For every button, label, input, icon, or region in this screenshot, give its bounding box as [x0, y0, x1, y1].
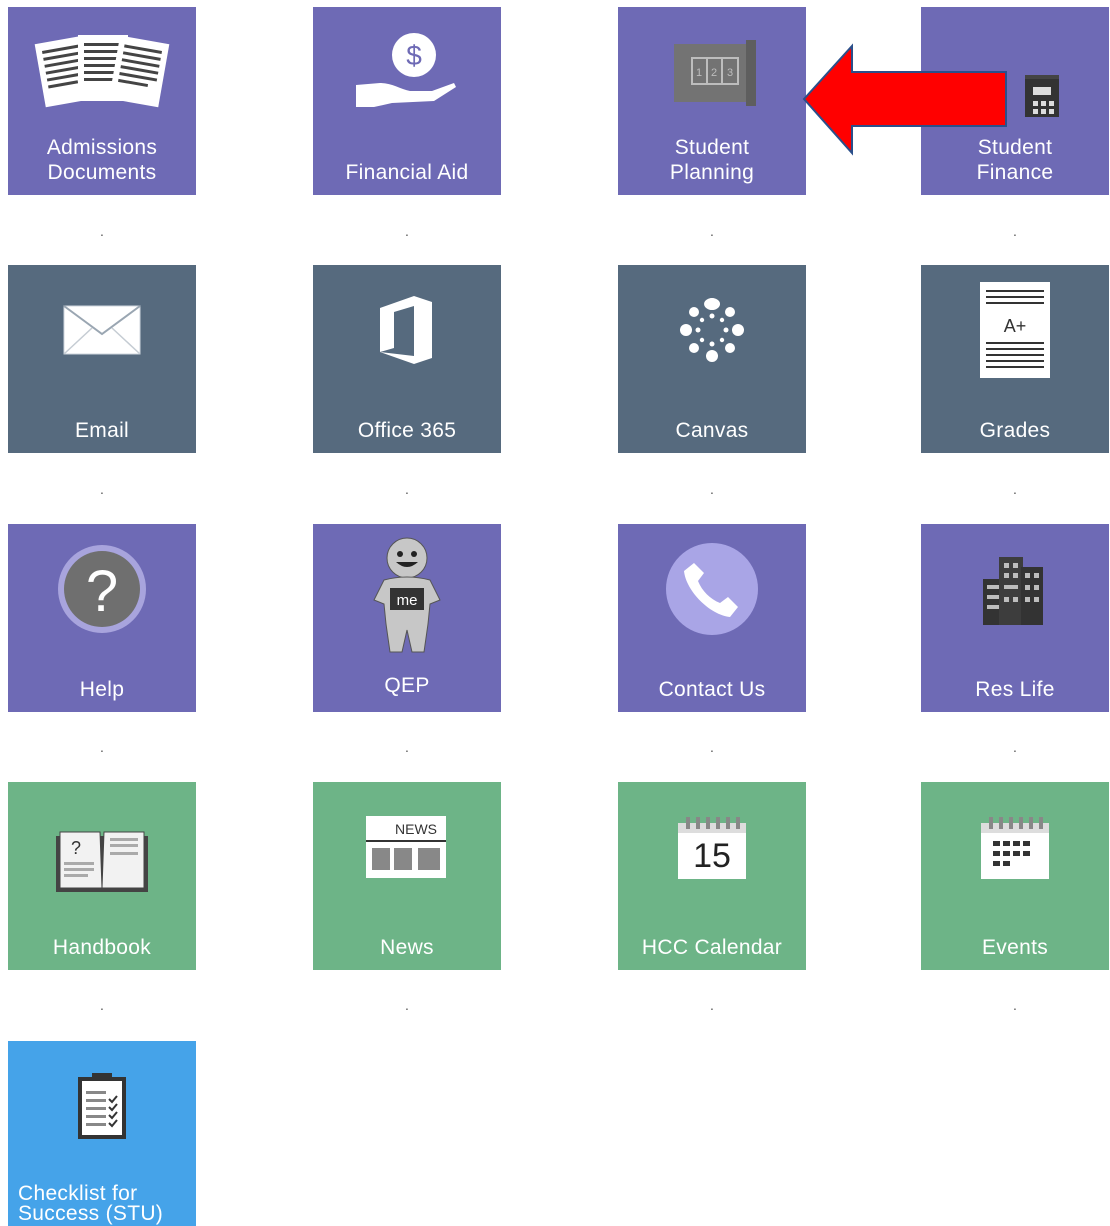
svg-text:?: ? — [71, 838, 81, 858]
money-hand-icon: $ — [313, 7, 501, 137]
calendar-icon: 15 — [618, 782, 806, 912]
svg-text:2: 2 — [711, 67, 717, 79]
tile-canvas[interactable]: Canvas — [618, 265, 806, 453]
svg-text:me: me — [397, 592, 418, 609]
svg-text:?: ? — [86, 559, 118, 624]
separator: . — [405, 481, 409, 497]
svg-text:15: 15 — [693, 837, 731, 875]
newspaper-icon: NEWS — [313, 782, 501, 912]
book-icon: ? — [8, 782, 196, 942]
separator: . — [405, 739, 409, 755]
svg-text:1: 1 — [696, 67, 702, 79]
separator: . — [1013, 223, 1017, 239]
tile-label: QEP — [384, 674, 430, 697]
separator: . — [100, 997, 104, 1013]
documents-icon — [8, 7, 196, 137]
clipboard-icon — [8, 1041, 196, 1171]
arrow-shape — [802, 43, 1007, 156]
mascot-icon: me — [313, 524, 501, 674]
tile-hcc-calendar[interactable]: 15 HCC Calendar — [618, 782, 806, 970]
tile-label: Res Life — [975, 678, 1055, 701]
tile-res-life[interactable]: Res Life — [921, 524, 1109, 712]
separator: . — [710, 481, 714, 497]
canvas-logo-icon — [618, 265, 806, 395]
separator: . — [405, 997, 409, 1013]
tile-grades[interactable]: A+ Grades — [921, 265, 1109, 453]
events-calendar-icon — [921, 782, 1109, 912]
separator: . — [1013, 739, 1017, 755]
tile-label: Help — [79, 678, 125, 701]
office-logo-icon — [313, 265, 501, 395]
blueprint-icon: 1 2 3 — [618, 7, 806, 137]
tile-qep[interactable]: me QEP — [313, 524, 501, 712]
tile-label: HCC Calendar — [641, 936, 783, 959]
separator: . — [100, 481, 104, 497]
svg-text:$: $ — [406, 40, 422, 71]
tile-label: Email — [74, 419, 129, 442]
app-tile-grid: Admissions Documents $ Financial Aid 1 2 — [0, 0, 1110, 1226]
tile-student-planning[interactable]: 1 2 3 Student Planning — [618, 7, 806, 195]
tile-label: Office 365 — [357, 419, 457, 442]
separator: . — [710, 997, 714, 1013]
buildings-icon — [921, 524, 1109, 654]
separator: . — [1013, 997, 1017, 1013]
tile-news[interactable]: NEWS News — [313, 782, 501, 970]
envelope-icon — [8, 265, 196, 395]
tile-email[interactable]: Email — [8, 265, 196, 453]
tile-label: Grades — [979, 419, 1051, 442]
separator: . — [710, 739, 714, 755]
tile-admissions-documents[interactable]: Admissions Documents — [8, 7, 196, 195]
tile-help[interactable]: ? Help — [8, 524, 196, 712]
tile-checklist-for-success[interactable]: Checklist for Success (STU) — [8, 1041, 196, 1226]
phone-icon — [618, 524, 806, 654]
separator: . — [710, 223, 714, 239]
separator: . — [100, 223, 104, 239]
separator: . — [100, 739, 104, 755]
tile-office-365[interactable]: Office 365 — [313, 265, 501, 453]
tile-events[interactable]: Events — [921, 782, 1109, 970]
tile-financial-aid[interactable]: $ Financial Aid — [313, 7, 501, 195]
separator: . — [405, 223, 409, 239]
grade-report-icon: A+ — [921, 265, 1109, 395]
separator: . — [1013, 481, 1017, 497]
tile-label: Contact Us — [658, 678, 766, 701]
annotation-arrow-icon — [802, 43, 1007, 156]
tile-label: Checklist for Success (STU) — [18, 1182, 164, 1225]
question-icon: ? — [8, 524, 196, 654]
tile-label: Student Planning — [669, 136, 755, 184]
tile-label: Events — [982, 936, 1048, 959]
tile-label: Canvas — [675, 419, 749, 442]
svg-text:A+: A+ — [1004, 316, 1027, 336]
tile-label: Admissions Documents — [46, 136, 158, 184]
tile-label: Handbook — [52, 936, 152, 959]
tile-label: News — [380, 936, 434, 959]
svg-text:3: 3 — [727, 67, 733, 79]
tile-label: Financial Aid — [345, 161, 469, 184]
tile-contact-us[interactable]: Contact Us — [618, 524, 806, 712]
tile-handbook[interactable]: ? Handbook — [8, 782, 196, 970]
svg-text:NEWS: NEWS — [395, 821, 437, 837]
